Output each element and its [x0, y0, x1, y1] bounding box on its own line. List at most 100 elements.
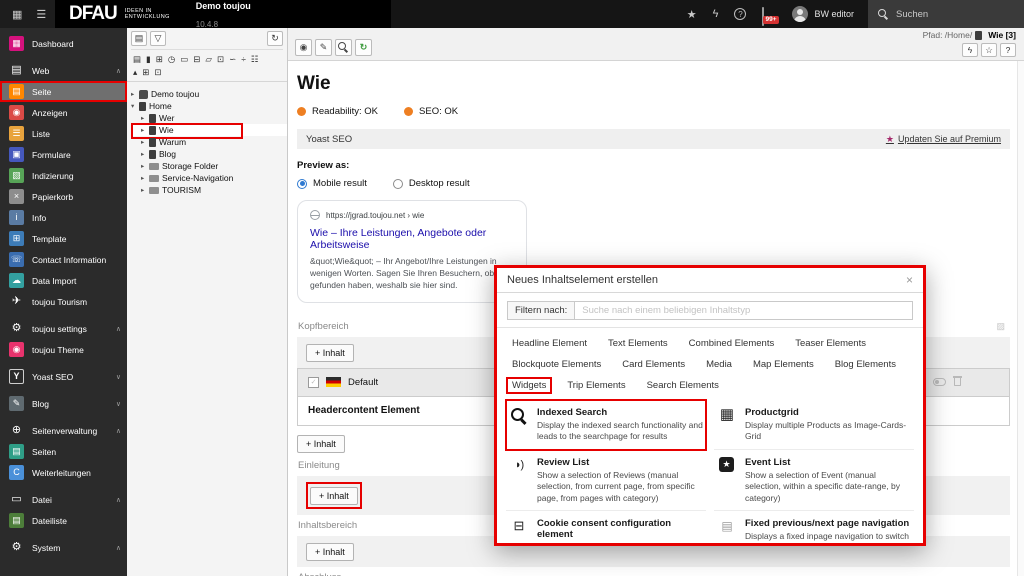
drag-backend-section-icon[interactable]: ▭ [180, 54, 188, 65]
help-button[interactable]: ? [1000, 43, 1016, 57]
modal-item-indexed-search[interactable]: Indexed Search Display the indexed searc… [505, 399, 707, 451]
drag-mountpoint-icon[interactable]: ⊞ [156, 54, 163, 65]
help-icon[interactable]: ? [734, 8, 747, 20]
tab-text-elements[interactable]: Text Elements [602, 335, 674, 352]
filter-input[interactable] [575, 301, 913, 320]
sidebar-item-weiterleitungen[interactable]: C Weiterleitungen [0, 462, 127, 483]
expand-arrow-icon[interactable]: ▸ [141, 174, 149, 182]
search-button[interactable] [335, 39, 352, 56]
sidebar-item-papierkorb[interactable]: × Papierkorb [0, 186, 127, 207]
expand-arrow-icon[interactable]: ▸ [141, 114, 149, 122]
sidebar-item-toujou-settings[interactable]: ⚙ toujou settings ∧ [0, 318, 127, 339]
delete-trash-icon[interactable] [953, 376, 962, 387]
sidebar-item-web[interactable]: ▤ Web ∧ [0, 60, 127, 81]
premium-upgrade-link[interactable]: ★ Updaten Sie auf Premium [886, 134, 1001, 145]
tree-item-warum[interactable]: ▸ Warum [131, 136, 287, 148]
sidebar-item-blog[interactable]: ✎ Blog ∨ [0, 393, 127, 414]
drag-recycler-icon[interactable]: ⊡ [217, 54, 224, 65]
radio-selected-icon[interactable] [297, 178, 307, 189]
user-menu[interactable]: BW editor [792, 6, 854, 22]
modal-item-cookie-consent[interactable]: ⊟ Cookie consent configuration element D… [506, 511, 706, 543]
view-webpage-button[interactable]: ◉ [295, 39, 312, 56]
desktop-result-radio[interactable]: Desktop result [392, 178, 470, 189]
sidebar-item-system[interactable]: ⚙ System ∧ [0, 537, 127, 558]
sidebar-item-info[interactable]: i Info [0, 207, 127, 228]
add-content-button[interactable]: + Inhalt [297, 434, 345, 453]
drag-user-page-icon[interactable]: ▴ [133, 67, 137, 78]
tab-media[interactable]: Media [700, 356, 738, 373]
search-input[interactable] [896, 8, 1006, 20]
sidebar-item-toujou-tourism[interactable]: ✈ toujou Tourism [0, 291, 127, 312]
tree-item-storage-folder[interactable]: ▸ Storage Folder [131, 160, 287, 172]
sidebar-item-anzeigen[interactable]: ◉ Anzeigen [0, 102, 127, 123]
tab-blockquote-elements[interactable]: Blockquote Elements [506, 356, 607, 373]
sidebar-item-contact-information[interactable]: ☏ Contact Information [0, 249, 127, 270]
checkbox-icon[interactable]: ✓ [308, 376, 319, 388]
drag-folder-icon[interactable]: ▱ [205, 54, 212, 65]
expand-arrow-icon[interactable]: ▸ [141, 150, 149, 158]
tab-blog-elements[interactable]: Blog Elements [829, 356, 902, 373]
tab-headline-element[interactable]: Headline Element [506, 335, 593, 352]
expand-arrow-icon[interactable]: ▾ [131, 102, 139, 110]
drag-menu-page-icon[interactable]: ☷ [251, 54, 259, 65]
module-menu-toggle-icon[interactable]: ▦ [12, 8, 22, 21]
filter-button[interactable]: ▽ [150, 31, 166, 46]
drag-grid-page-icon[interactable]: ⊞ [142, 67, 149, 78]
sidebar-item-liste[interactable]: ☰ Liste [0, 123, 127, 144]
radio-unselected-icon[interactable] [392, 178, 403, 189]
clear-cache-bolt-icon[interactable]: ϟ [713, 8, 719, 20]
bookmark-star-icon[interactable]: ★ [687, 8, 697, 21]
sidebar-item-indizierung[interactable]: ▧ Indizierung [0, 165, 127, 186]
sidebar-item-dashboard[interactable]: ▦ Dashboard [0, 33, 127, 54]
add-content-button-einleitung[interactable]: + Inhalt [310, 486, 358, 505]
refresh-icon[interactable]: ↻ [267, 31, 283, 46]
workspace-icon[interactable]: 99+ [762, 7, 779, 26]
tree-item-home[interactable]: ▾ Home [131, 100, 287, 112]
modal-item-event-list[interactable]: ★ Event List Show a selection of Event (… [714, 450, 914, 512]
close-icon[interactable]: × [906, 273, 913, 287]
pagetree-toggle-icon[interactable]: ☰ [36, 8, 46, 21]
sidebar-item-data-import[interactable]: ☁ Data Import [0, 270, 127, 291]
sidebar-item-formulare[interactable]: ▣ Formulare [0, 144, 127, 165]
sidebar-item-toujou-theme[interactable]: ◉ toujou Theme [0, 339, 127, 360]
tree-item-service-navigation[interactable]: ▸ Service-Navigation [131, 172, 287, 184]
cache-bolt-button[interactable]: ϟ [962, 43, 978, 57]
sidebar-item-seitenverwaltung[interactable]: ⊕ Seitenverwaltung ∧ [0, 420, 127, 441]
sidebar-item-template[interactable]: ⊞ Template [0, 228, 127, 249]
tree-item-demo-toujou[interactable]: ▸ Demo toujou [131, 88, 287, 100]
sidebar-item-seite[interactable]: ▤ Seite [0, 81, 127, 102]
tree-item-wie[interactable]: ▸ Wie [131, 123, 287, 139]
sidebar-item-datei[interactable]: ▭ Datei ∧ [0, 489, 127, 510]
sidebar-item-dateiliste[interactable]: ▤ Dateiliste [0, 510, 127, 531]
edit-page-properties-button[interactable]: ✎ [315, 39, 332, 56]
tree-item-wer[interactable]: ▸ Wer [131, 112, 287, 124]
tree-item-tourism[interactable]: ▸ TOURISM [131, 184, 287, 196]
drag-frame-page-icon[interactable]: ⊡ [154, 67, 161, 78]
modal-item-review-list[interactable]: ◗) Review List Show a selection of Revie… [506, 450, 706, 512]
drag-timed-page-icon[interactable]: ◷ [168, 54, 175, 65]
tab-combined-elements[interactable]: Combined Elements [683, 335, 781, 352]
clear-cache-button[interactable]: ↻ [355, 39, 372, 56]
expand-arrow-icon[interactable]: ▸ [141, 126, 149, 134]
drag-divider-icon[interactable]: ÷ [241, 54, 246, 65]
tab-teaser-elements[interactable]: Teaser Elements [789, 335, 872, 352]
tab-map-elements[interactable]: Map Elements [747, 356, 820, 373]
expand-arrow-icon[interactable]: ▸ [131, 90, 139, 98]
tab-search-elements[interactable]: Search Elements [641, 377, 725, 394]
bookmark-button[interactable]: ☆ [981, 43, 997, 57]
visibility-toggle-icon[interactable] [933, 378, 946, 387]
modal-item-productgrid[interactable]: ▦ Productgrid Display multiple Products … [714, 400, 914, 450]
tab-trip-elements[interactable]: Trip Elements [561, 377, 631, 394]
add-content-button[interactable]: + Inhalt [306, 542, 354, 561]
modal-item-fixed-page-navigation[interactable]: ▤ Fixed previous/next page navigation Di… [714, 511, 914, 543]
sidebar-item-seiten[interactable]: ▤ Seiten [0, 441, 127, 462]
expand-arrow-icon[interactable]: ▸ [141, 162, 149, 170]
sidebar-item-yoast-seo[interactable]: Y Yoast SEO ∨ [0, 366, 127, 387]
drag-page-icon[interactable]: ▤ [133, 54, 141, 65]
mobile-result-radio[interactable]: Mobile result [297, 178, 367, 189]
expand-arrow-icon[interactable]: ▸ [141, 138, 149, 146]
drag-shortcut-icon[interactable]: ▮ [146, 54, 151, 65]
add-content-button[interactable]: + Inhalt [306, 343, 354, 362]
new-page-button[interactable]: ▤ [131, 31, 147, 46]
drag-link-icon[interactable]: ∽ [229, 54, 236, 65]
